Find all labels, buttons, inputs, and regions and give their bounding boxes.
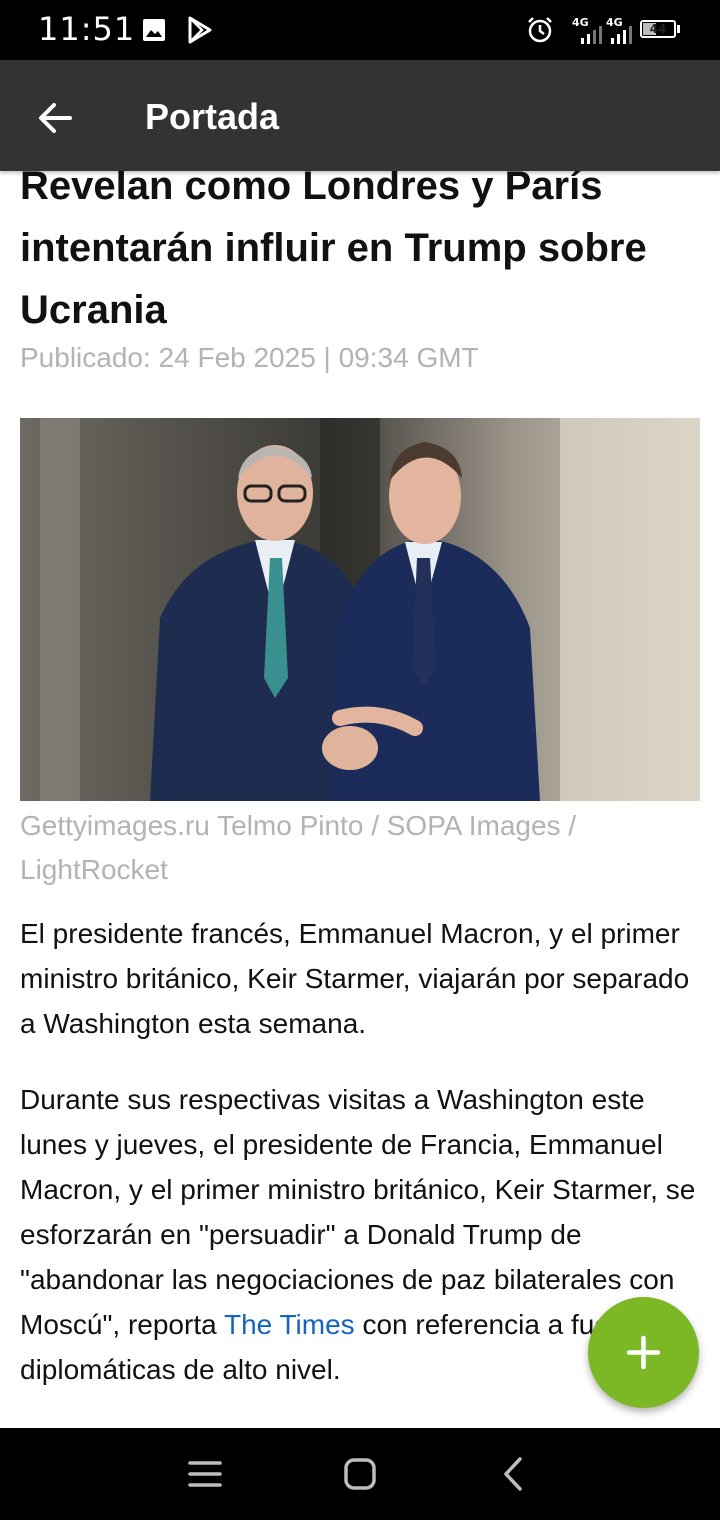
- article-scroll-area[interactable]: Revelan como Londres y París intentarán …: [0, 60, 720, 1428]
- the-times-link[interactable]: The Times: [224, 1309, 355, 1340]
- alarm-icon: [528, 17, 552, 43]
- battery-level: 44: [649, 22, 667, 36]
- arrow-left-icon: [39, 103, 72, 133]
- battery-icon: 44: [640, 20, 676, 38]
- plus-icon: [626, 1335, 661, 1370]
- article-headline: Revelan como Londres y París intentarán …: [20, 164, 647, 332]
- add-button[interactable]: [588, 1297, 699, 1408]
- photo-caption: Gettyimages.ru Telmo Pinto / SOPA Images…: [20, 810, 577, 885]
- home-icon: [344, 1458, 376, 1490]
- article-photo[interactable]: [20, 418, 700, 801]
- publish-date: Publicado: 24 Feb 2025 | 09:34 GMT: [20, 342, 479, 373]
- battery-tip: [677, 25, 680, 33]
- play-store-icon: [188, 16, 212, 44]
- back-icon: [504, 1457, 522, 1491]
- app-bar: Portada: [0, 60, 720, 171]
- status-bar: 11:51 4G 4G 44: [0, 0, 720, 60]
- home-button[interactable]: [340, 1454, 380, 1494]
- recent-apps-button[interactable]: [185, 1454, 225, 1494]
- signal-4g-icon: [581, 26, 602, 44]
- app-title: Portada: [145, 96, 280, 137]
- signal-4g-icon: [611, 26, 632, 44]
- photo-illustration: [20, 418, 700, 801]
- back-button[interactable]: [28, 90, 84, 146]
- system-nav-bar: [0, 1428, 720, 1520]
- image-icon: [143, 19, 165, 41]
- status-time: 11:51: [38, 10, 136, 48]
- menu-icon: [188, 1461, 222, 1487]
- article-paragraph: El presidente francés, Emmanuel Macron, …: [20, 918, 690, 1039]
- system-back-button[interactable]: [494, 1454, 534, 1494]
